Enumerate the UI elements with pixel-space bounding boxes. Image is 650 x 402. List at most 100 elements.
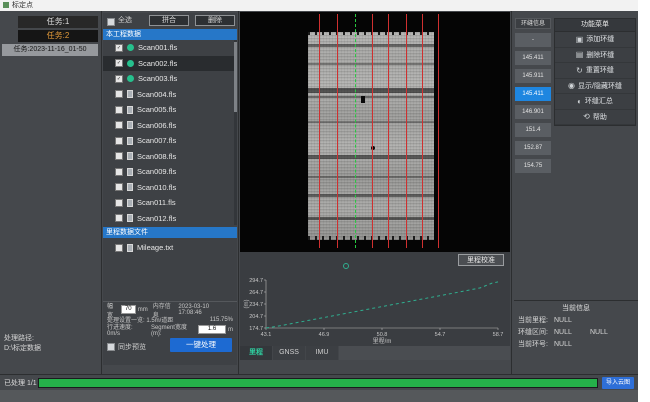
- file-name: Scan012.fls: [137, 214, 176, 223]
- file-checkbox[interactable]: [115, 152, 123, 160]
- file-checkbox[interactable]: [115, 199, 123, 207]
- file-name: Scan001.fls: [138, 43, 177, 52]
- divider: [101, 11, 102, 374]
- file-checkbox[interactable]: [115, 214, 123, 222]
- file-checkbox[interactable]: ✓: [115, 75, 123, 83]
- info-value: NULL: [554, 339, 572, 351]
- processed-dot-icon: [127, 75, 134, 82]
- file-row[interactable]: ✓Scan002.fls: [103, 56, 234, 72]
- divider: [511, 11, 512, 374]
- menu-item[interactable]: ↻重置环缝: [555, 63, 635, 79]
- ring-marker-line[interactable]: [388, 14, 389, 248]
- task-button[interactable]: 任务:2: [18, 30, 98, 42]
- ring-chainage-button[interactable]: 151.4: [515, 123, 551, 137]
- file-icon: [127, 106, 133, 114]
- segment-length-input[interactable]: 1.6: [198, 325, 226, 334]
- file-checkbox[interactable]: [115, 106, 123, 114]
- file-checkbox[interactable]: [115, 121, 123, 129]
- ring-chainage-button[interactable]: 152.87: [515, 141, 551, 155]
- menu-item[interactable]: ▣添加环缝: [555, 32, 635, 48]
- amplitude-input[interactable]: 70: [121, 305, 136, 314]
- ring-chainage-button[interactable]: 145.411: [515, 87, 551, 101]
- ring-marker-line[interactable]: [422, 14, 423, 248]
- ring-marker-line[interactable]: [438, 14, 439, 248]
- file-checkbox[interactable]: [115, 90, 123, 98]
- menu-item[interactable]: ◉显示/隐藏环缝: [555, 79, 635, 95]
- import-cloud-button[interactable]: 导入云图: [602, 377, 634, 389]
- ring-panel: 环缝信息 -145.411145.911145.411146.901151.41…: [515, 18, 551, 173]
- scrollbar-thumb[interactable]: [234, 42, 237, 112]
- info-row: 当前里程:NULL: [514, 315, 638, 327]
- one-click-process-button[interactable]: 一键处理: [170, 338, 232, 352]
- svg-text:43.1: 43.1: [261, 332, 272, 338]
- tab-gnss[interactable]: GNSS: [273, 346, 305, 360]
- file-list: ✓Scan001.fls✓Scan002.fls✓Scan003.flsScan…: [103, 40, 234, 225]
- tab-mileage[interactable]: 里程: [240, 346, 272, 360]
- ring-chainage-button[interactable]: 154.75: [515, 159, 551, 173]
- task-button[interactable]: 任务:2023-11-16_01-50: [2, 44, 98, 56]
- menu-item-label: 重置环缝: [586, 65, 614, 75]
- tabs-filler: [339, 346, 510, 360]
- file-row[interactable]: Mileage.txt: [103, 240, 237, 256]
- file-row[interactable]: Scan012.fls: [103, 211, 234, 226]
- menu-item[interactable]: ▤删除环缝: [555, 48, 635, 64]
- sync-preview-row: 同步预览: [107, 342, 146, 352]
- ring-chainage-button[interactable]: -: [515, 33, 551, 47]
- ring-chainage-button[interactable]: 145.911: [515, 69, 551, 83]
- scan-viewer[interactable]: [240, 12, 510, 252]
- project-data-header: 本工程数据: [103, 29, 237, 40]
- file-icon: [127, 244, 133, 252]
- menu-item[interactable]: ◐环缝汇总: [555, 94, 635, 110]
- function-menu-header: 功能菜单: [555, 19, 635, 32]
- file-icon: [127, 183, 133, 191]
- processed-dot-icon: [127, 60, 134, 67]
- ring-marker-line[interactable]: [406, 14, 407, 248]
- sync-preview-checkbox[interactable]: [107, 343, 115, 351]
- file-name: Scan008.fls: [137, 152, 176, 161]
- ring-marker-line[interactable]: [319, 14, 320, 248]
- info-row-list: 当前里程:NULL环缝区间: NULLNULL当前环号:NULL: [514, 315, 638, 351]
- mileage-data-header: 里程数据文件: [103, 227, 237, 238]
- segment-unit: m: [228, 327, 233, 333]
- file-row[interactable]: Scan006.fls: [103, 118, 234, 134]
- file-checkbox[interactable]: [115, 183, 123, 191]
- file-row[interactable]: ✓Scan003.fls: [103, 71, 234, 87]
- file-row[interactable]: Scan005.fls: [103, 102, 234, 118]
- file-checkbox[interactable]: [115, 244, 123, 252]
- file-checkbox[interactable]: ✓: [115, 44, 123, 52]
- ring-marker-line[interactable]: [337, 14, 338, 248]
- scan-center-line[interactable]: [355, 14, 356, 248]
- info-label: 环缝区间:: [518, 327, 548, 339]
- file-checkbox[interactable]: [115, 168, 123, 176]
- ring-chainage-button[interactable]: 146.901: [515, 105, 551, 119]
- file-row[interactable]: Scan008.fls: [103, 149, 234, 165]
- delete-button[interactable]: 删除: [195, 15, 235, 26]
- segment-length-label: Segment宽度(m):: [151, 322, 196, 337]
- svg-text:204.7: 204.7: [249, 314, 263, 320]
- info-row: 当前环号:NULL: [514, 339, 638, 351]
- svg-text:264.7: 264.7: [249, 290, 263, 296]
- file-row[interactable]: Scan010.fls: [103, 180, 234, 196]
- file-checkbox[interactable]: ✓: [115, 59, 123, 67]
- file-row[interactable]: Scan009.fls: [103, 164, 234, 180]
- info-value: NULL: [554, 327, 572, 339]
- file-row[interactable]: Scan007.fls: [103, 133, 234, 149]
- task-button[interactable]: 任务:1: [18, 16, 98, 28]
- file-name: Scan007.fls: [137, 136, 176, 145]
- select-all-checkbox[interactable]: [107, 18, 115, 26]
- visibility-icon: ◉: [568, 81, 575, 90]
- menu-item[interactable]: ⟲帮助: [555, 110, 635, 126]
- svg-text:46.9: 46.9: [319, 332, 330, 338]
- merge-button[interactable]: 拼合: [149, 15, 189, 26]
- file-panel: 全选 拼合 删除 本工程数据 ✓Scan001.fls✓Scan002.fls✓…: [103, 13, 237, 365]
- ring-chainage-button[interactable]: 145.411: [515, 51, 551, 65]
- file-list-scrollbar[interactable]: [234, 40, 237, 225]
- menu-item-list: ▣添加环缝▤删除环缝↻重置环缝◉显示/隐藏环缝◐环缝汇总⟲帮助: [555, 32, 635, 125]
- file-checkbox[interactable]: [115, 137, 123, 145]
- delete-ring-icon: ▤: [576, 50, 584, 59]
- ring-marker-line[interactable]: [372, 14, 373, 248]
- tab-imu[interactable]: IMU: [306, 346, 338, 360]
- file-row[interactable]: Scan004.fls: [103, 87, 234, 103]
- file-row[interactable]: ✓ Scan001.fls: [103, 40, 234, 56]
- file-row[interactable]: Scan011.fls: [103, 195, 234, 211]
